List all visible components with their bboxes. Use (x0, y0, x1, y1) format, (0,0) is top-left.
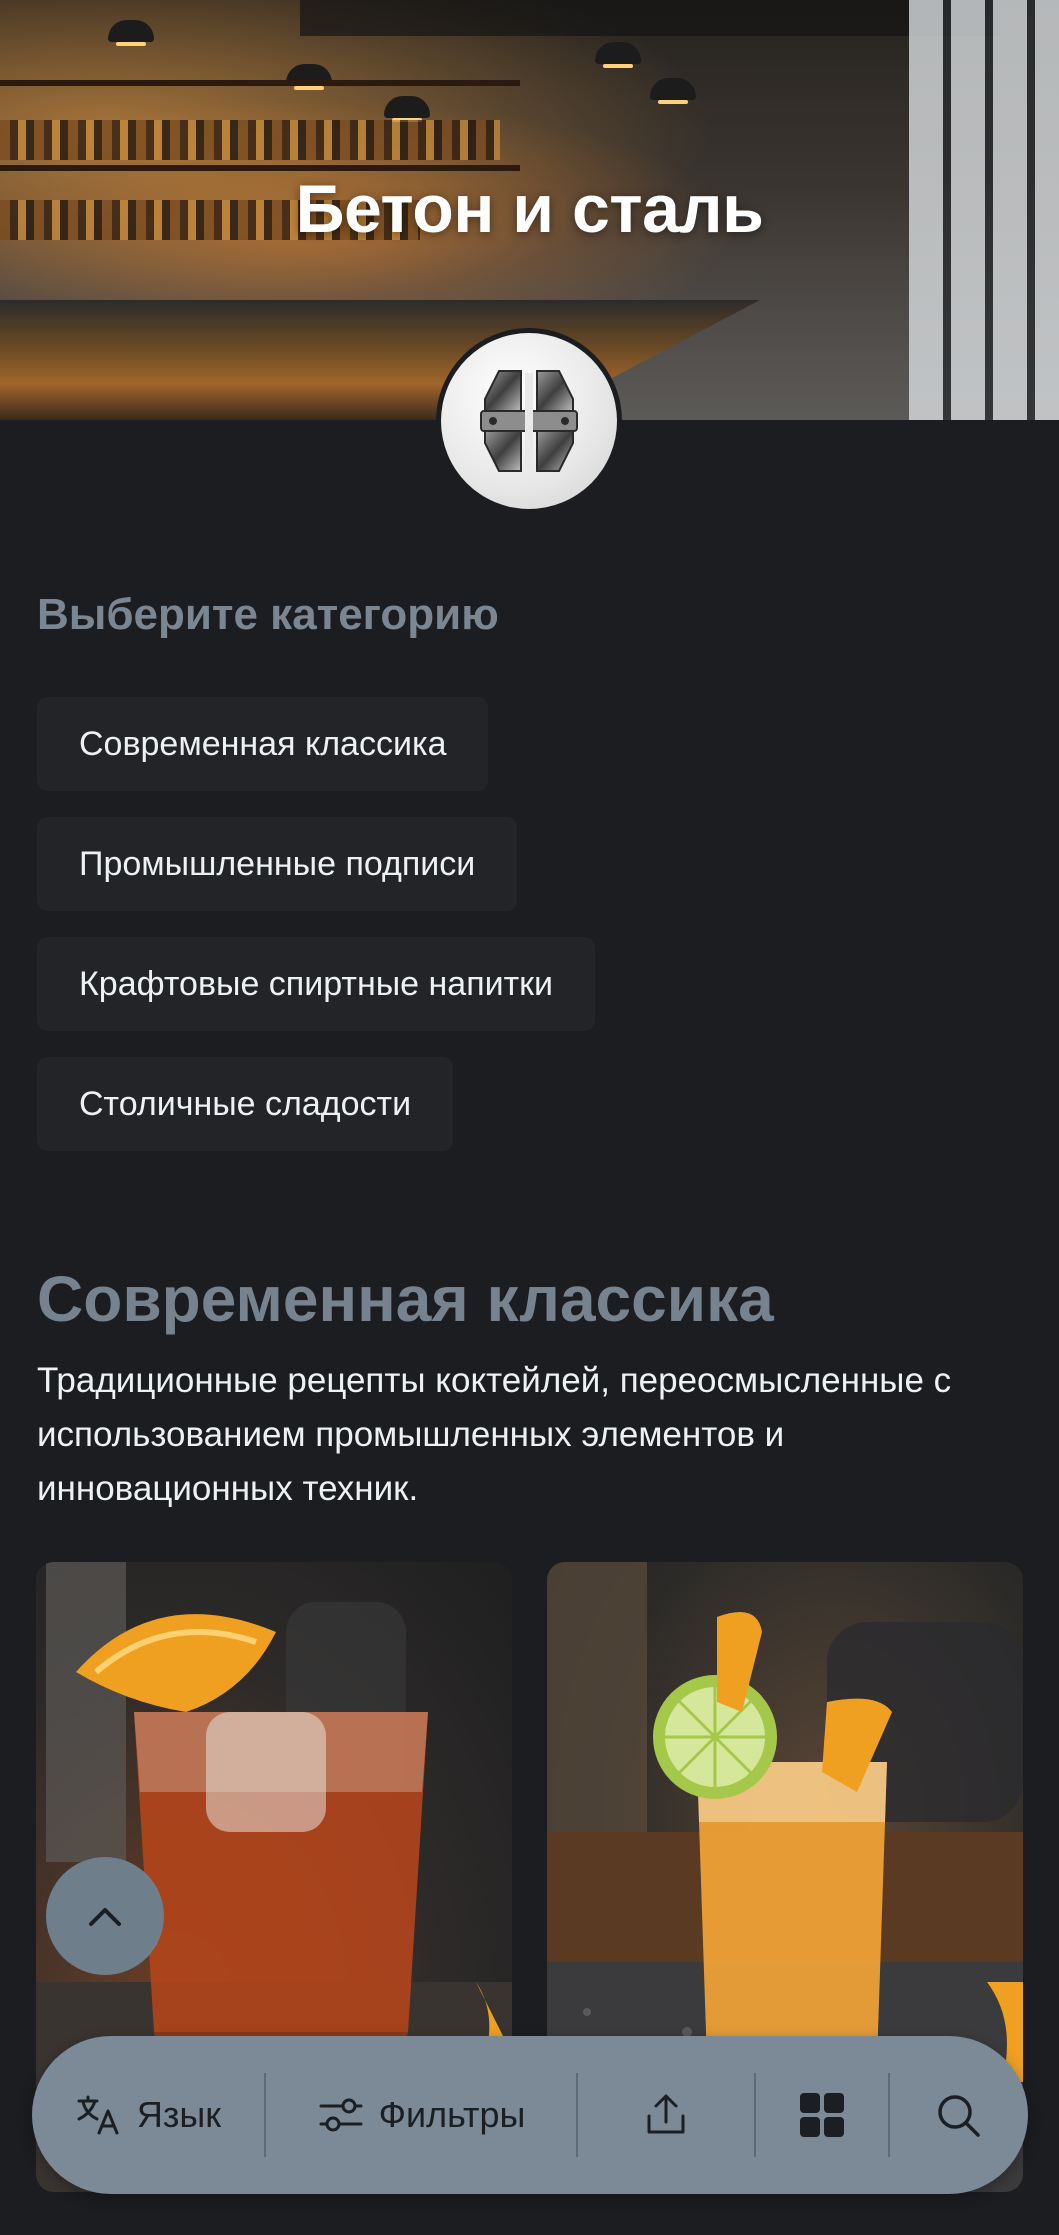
logo (436, 328, 622, 514)
scroll-to-top-button[interactable] (46, 1857, 164, 1975)
bar-shelf (0, 80, 520, 86)
category-label: Современная классика (79, 724, 447, 763)
search-button[interactable] (890, 2036, 1026, 2194)
share-button[interactable] (578, 2036, 754, 2194)
pendant-lamp (108, 20, 154, 46)
category-button-modern-classics[interactable]: Современная классика (37, 697, 489, 791)
pendant-lamp (595, 42, 641, 68)
filters-label: Фильтры (378, 2094, 526, 2135)
category-heading: Выберите категорию (37, 590, 499, 639)
bar-counter (0, 300, 760, 420)
language-label: Язык (136, 2094, 222, 2135)
pendant-lamp (650, 78, 696, 104)
section-title: Современная классика (37, 1263, 774, 1335)
sliders-icon (319, 2098, 363, 2132)
bottom-toolbar: Язык Фильтры (32, 2036, 1028, 2194)
chevron-up-icon (89, 1908, 121, 1926)
grid-view-button[interactable] (756, 2036, 888, 2194)
logo-badge (441, 333, 617, 509)
category-button-craft-spirits[interactable]: Крафтовые спиртные напитки (37, 937, 596, 1031)
bottle-row (0, 120, 500, 160)
filters-button[interactable]: Фильтры (266, 2036, 576, 2194)
category-label: Промышленные подписи (79, 844, 476, 883)
ceiling-beam (300, 0, 1000, 36)
share-icon (647, 2094, 685, 2134)
page-title: Бетон и сталь (295, 171, 764, 247)
section-description: Традиционные рецепты коктейлей, переосмы… (37, 1361, 952, 1508)
category-button-industrial-signatures[interactable]: Промышленные подписи (37, 817, 518, 911)
translate-icon (77, 2095, 119, 2135)
grid-icon (800, 2093, 844, 2137)
category-label: Крафтовые спиртные напитки (79, 964, 554, 1003)
bolt-icon (480, 370, 578, 472)
language-button[interactable]: Язык (32, 2036, 264, 2194)
category-button-capital-sweets[interactable]: Столичные сладости (37, 1057, 454, 1151)
pendant-lamp (384, 96, 430, 122)
category-label: Столичные сладости (79, 1084, 412, 1123)
search-icon (938, 2095, 980, 2137)
